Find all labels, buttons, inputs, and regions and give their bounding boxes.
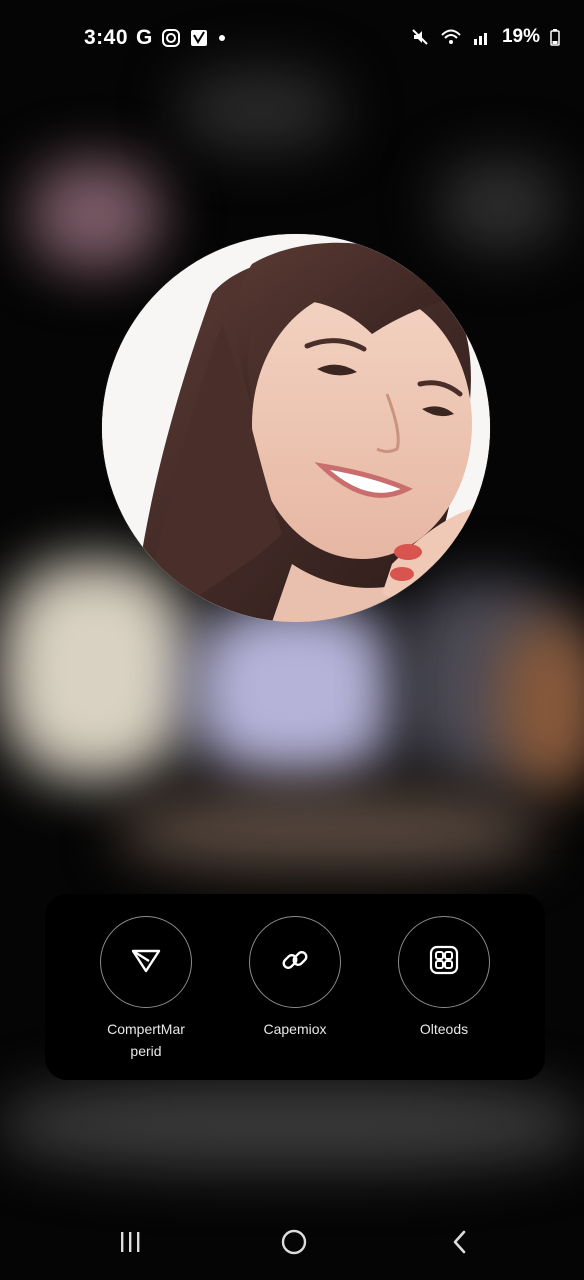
instagram-icon bbox=[161, 28, 181, 48]
status-time: 3:40 bbox=[84, 26, 129, 49]
qr-code-icon bbox=[427, 943, 461, 982]
wifi-icon bbox=[440, 27, 462, 47]
share-action-send[interactable]: CompertMar perid bbox=[76, 916, 216, 1062]
home-button[interactable] bbox=[264, 1222, 324, 1266]
mute-icon bbox=[410, 27, 430, 47]
blurred-background bbox=[0, 0, 584, 1280]
contact-photo[interactable] bbox=[102, 234, 490, 622]
status-bar: 3:40 G 19% bbox=[0, 0, 584, 72]
recent-apps-icon bbox=[117, 1229, 143, 1260]
send-icon bbox=[129, 943, 163, 982]
dot-icon bbox=[217, 33, 227, 43]
share-action-link[interactable]: Capemiox bbox=[225, 916, 365, 1040]
network-letter: G bbox=[136, 26, 153, 49]
battery-percent: 19% bbox=[501, 26, 540, 47]
share-action-qr[interactable]: Olteods bbox=[374, 916, 514, 1040]
signal-icon bbox=[472, 27, 492, 47]
battery-icon bbox=[550, 28, 560, 46]
share-actions-panel: CompertMar perid Capemiox Olteods bbox=[45, 894, 545, 1080]
send-button[interactable] bbox=[100, 916, 192, 1008]
link-icon bbox=[278, 943, 312, 982]
home-icon bbox=[280, 1228, 308, 1261]
checkbox-app-icon bbox=[189, 28, 209, 48]
qr-code-button[interactable] bbox=[398, 916, 490, 1008]
send-label: CompertMar perid bbox=[107, 1021, 185, 1059]
link-label: Capemiox bbox=[263, 1021, 327, 1037]
back-icon bbox=[448, 1229, 472, 1260]
recent-apps-button[interactable] bbox=[100, 1222, 160, 1266]
portrait-image bbox=[102, 234, 490, 622]
navigation-bar bbox=[0, 1208, 584, 1280]
qr-code-label: Olteods bbox=[419, 1021, 469, 1037]
back-button[interactable] bbox=[430, 1222, 490, 1266]
link-button[interactable] bbox=[249, 916, 341, 1008]
